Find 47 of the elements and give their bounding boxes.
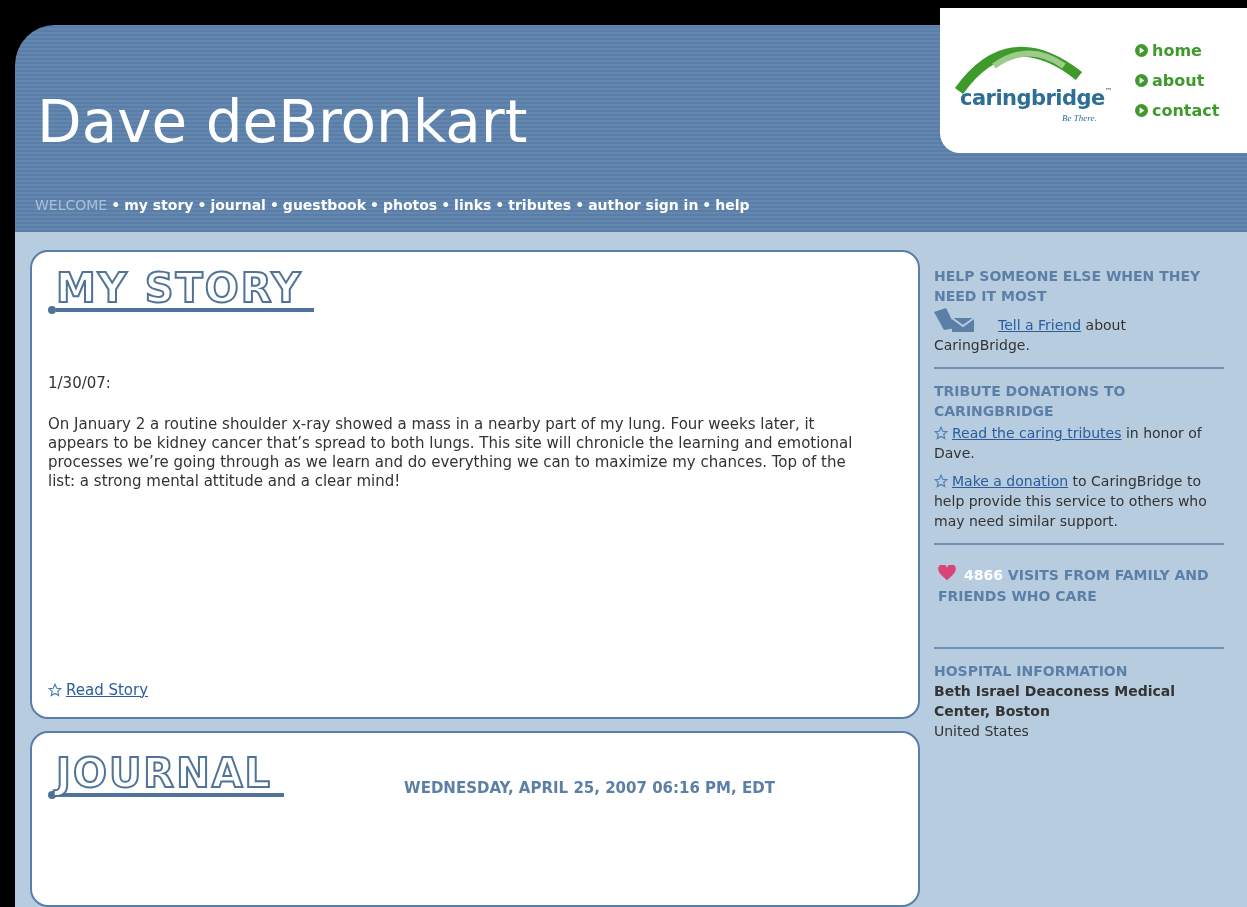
- journal-date: WEDNESDAY, APRIL 25, 2007 06:16 PM, EDT: [404, 778, 775, 800]
- sidebar-heading: TRIBUTE DONATIONS TO CARINGBRIDGE: [934, 382, 1127, 421]
- arrow-circle-icon: [1135, 104, 1148, 117]
- sidebar-link[interactable]: Read the caring tributes: [952, 425, 1122, 441]
- sidebar-text: Tell a Friend about CaringBridge.: [934, 308, 1224, 355]
- nav-link[interactable]: my story: [124, 195, 194, 216]
- site-title: Dave deBronkart: [37, 93, 528, 151]
- nav-separator: •: [575, 196, 585, 215]
- nav-separator: •: [369, 196, 379, 215]
- nav-separator: •: [441, 196, 451, 215]
- nav-separator: •: [702, 196, 712, 215]
- nav-link[interactable]: tributes: [508, 195, 572, 216]
- nav-separator: •: [495, 196, 505, 215]
- nav-link[interactable]: guestbook: [282, 195, 366, 216]
- nav-separator: •: [269, 196, 279, 215]
- nav-link[interactable]: photos: [382, 195, 438, 216]
- story-date: 1/30/07:: [48, 373, 112, 394]
- logo-tagline: Be There.: [1062, 113, 1097, 123]
- nav-link[interactable]: journal: [210, 195, 266, 216]
- hospital-country: United States: [934, 722, 1030, 741]
- nav-separator: •: [111, 196, 121, 215]
- read-story-link[interactable]: Read Story: [66, 678, 149, 702]
- heart-icon: [938, 565, 956, 581]
- logo-nav-link[interactable]: contact: [1135, 98, 1220, 123]
- logo-nav-link[interactable]: about: [1135, 68, 1220, 93]
- nav-link[interactable]: links: [454, 195, 492, 216]
- sidebar-text: Make a donation to CaringBridge to help provide this service to others who may need similar support.: [934, 472, 1208, 531]
- star-icon: [934, 474, 948, 488]
- arrow-circle-icon: [1135, 44, 1148, 57]
- nav-link[interactable]: author sign in: [588, 195, 699, 216]
- hospital-name: Beth Israel Deaconess Medical Center, Boston: [934, 682, 1177, 721]
- arrow-circle-icon: [1135, 74, 1148, 87]
- visits-heading: 4866 VISITS FROM FAMILY AND FRIENDS WHO CARE: [937, 564, 1210, 606]
- sidebar-text: Read the caring tributes in honor of Dave.: [934, 424, 1203, 463]
- logo-nav-link[interactable]: home: [1135, 38, 1220, 63]
- star-icon: [934, 426, 948, 440]
- story-text: On January 2 a routine shoulder x-ray showed a mass in a nearby part of my lung. Four weeks later, it appears to be kidney cancer that’s spread to both lungs. This site will chronicle the learning and emotional processes we’re going through as we learn and do everything we can to maximize my chances. Top of the list: a strong mental attitude and a clear mind!: [48, 414, 854, 491]
- nav-link[interactable]: help: [715, 195, 750, 216]
- sidebar-link[interactable]: Tell a Friend: [998, 317, 1082, 333]
- nav-separator: •: [197, 196, 207, 215]
- sidebar-heading: HOSPITAL INFORMATION: [934, 662, 1129, 681]
- star-icon: [48, 682, 62, 697]
- section-heading: MY STORY: [56, 268, 315, 312]
- trademark-mark: ™: [1104, 87, 1113, 96]
- sidebar-link[interactable]: Make a donation: [952, 473, 1069, 489]
- sidebar-heading: HELP SOMEONE ELSE WHEN THEY NEED IT MOST: [934, 267, 1202, 306]
- logo-wordmark: caringbridge: [960, 87, 1105, 109]
